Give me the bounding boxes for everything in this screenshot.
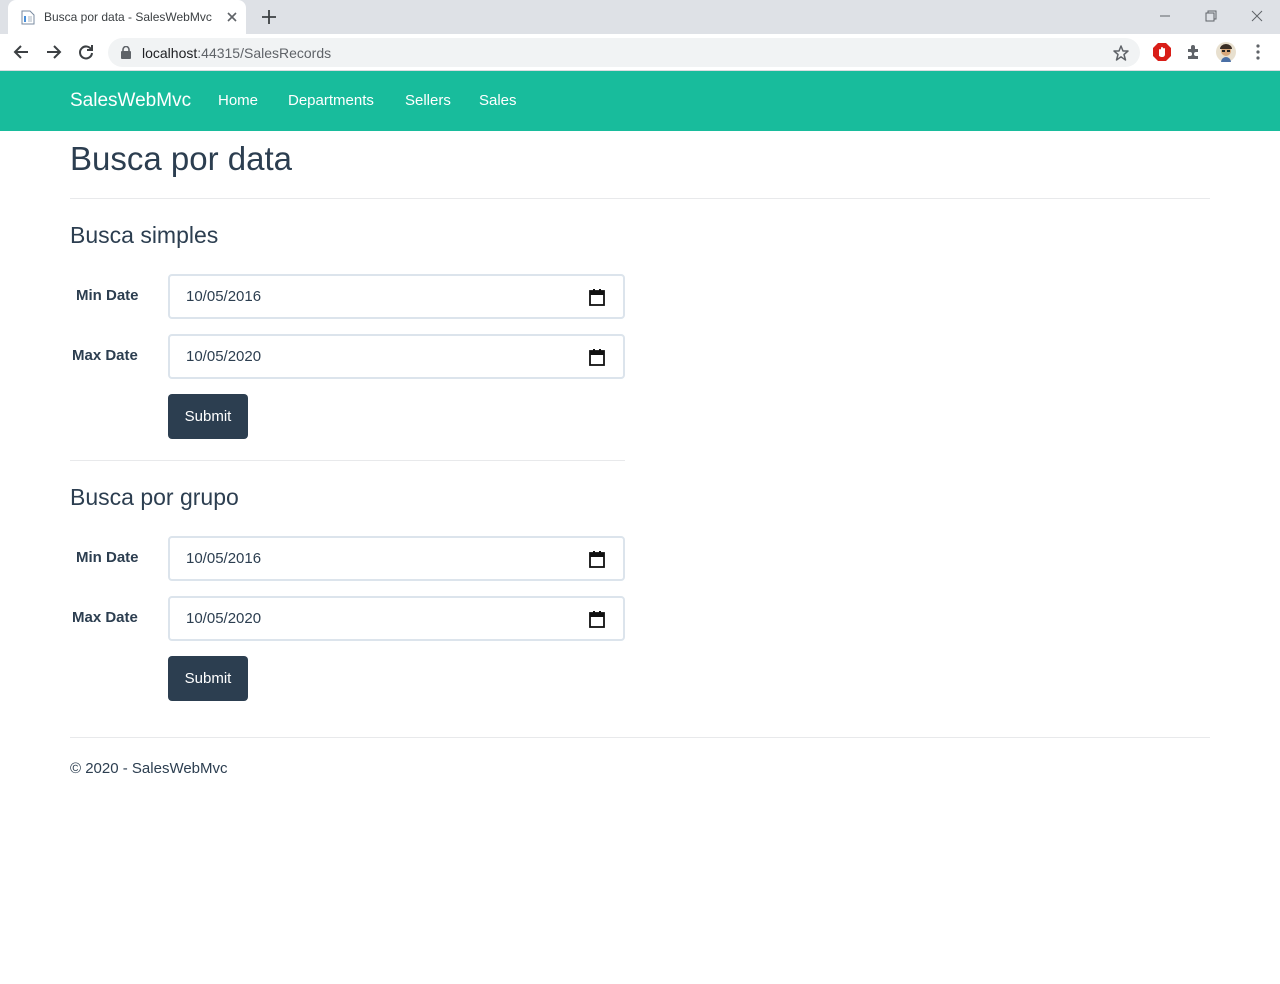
group-max-date-value: 10/05/2020 (186, 610, 262, 627)
nav-link-departments[interactable]: Departments (288, 92, 374, 109)
group-min-date-value: 10/05/2016 (186, 550, 262, 567)
browser-menu-icon[interactable] (1248, 42, 1268, 62)
new-tab-icon[interactable] (260, 8, 278, 26)
calendar-icon[interactable] (589, 288, 605, 306)
simple-search-title: Busca simples (70, 222, 219, 248)
section-divider (70, 460, 625, 461)
group-search-title: Busca por grupo (70, 484, 239, 510)
nav-link-sellers[interactable]: Sellers (405, 92, 451, 109)
browser-toolbar: localhost:44315/SalesRecords (0, 34, 1280, 71)
simple-min-date-label: Min Date (76, 287, 139, 304)
url-host: localhost (142, 45, 198, 61)
simple-min-date-input[interactable]: 10/05/2016 (168, 274, 625, 319)
group-max-date-label: Max Date (72, 609, 138, 626)
bookmark-star-icon[interactable] (1112, 44, 1130, 62)
page-title: Busca por data (70, 140, 292, 177)
close-window-icon[interactable] (1247, 6, 1267, 26)
page-icon (21, 10, 35, 25)
extensions-puzzle-icon[interactable] (1184, 42, 1204, 62)
group-search-submit-button[interactable]: Submit (168, 656, 248, 701)
browser-tab[interactable]: Busca por data - SalesWebMvc (8, 0, 246, 34)
footer-copyright: © 2020 - SalesWebMvc (70, 760, 228, 777)
site-navbar: SalesWebMvc Home Departments Sellers Sal… (0, 71, 1280, 131)
address-bar[interactable]: localhost:44315/SalesRecords (108, 38, 1140, 67)
browser-tabstrip: Busca por data - SalesWebMvc (0, 0, 1280, 34)
adblock-extension-icon[interactable] (1152, 42, 1172, 62)
url-text[interactable]: localhost:44315/SalesRecords (142, 45, 331, 61)
nav-link-sales[interactable]: Sales (479, 92, 517, 109)
navbar-brand[interactable]: SalesWebMvc (70, 90, 191, 112)
title-divider (70, 198, 1210, 199)
calendar-icon[interactable] (589, 550, 605, 568)
back-arrow-icon[interactable] (12, 42, 32, 62)
lock-icon[interactable] (120, 46, 132, 59)
minimize-icon[interactable] (1155, 6, 1175, 26)
footer-divider (70, 737, 1210, 738)
restore-icon[interactable] (1201, 6, 1221, 26)
reload-icon[interactable] (76, 42, 96, 62)
forward-arrow-icon[interactable] (43, 42, 63, 62)
simple-max-date-value: 10/05/2020 (186, 348, 262, 365)
close-tab-icon[interactable] (224, 9, 240, 25)
simple-max-date-label: Max Date (72, 347, 138, 364)
group-min-date-label: Min Date (76, 549, 139, 566)
url-path: :44315/SalesRecords (197, 45, 332, 61)
group-min-date-input[interactable]: 10/05/2016 (168, 536, 625, 581)
calendar-icon[interactable] (589, 610, 605, 628)
nav-link-home[interactable]: Home (218, 92, 258, 109)
simple-search-submit-button[interactable]: Submit (168, 394, 248, 439)
calendar-icon[interactable] (589, 348, 605, 366)
simple-min-date-value: 10/05/2016 (186, 288, 262, 305)
profile-avatar-icon[interactable] (1216, 42, 1236, 62)
tab-title: Busca por data - SalesWebMvc (44, 10, 212, 24)
simple-max-date-input[interactable]: 10/05/2020 (168, 334, 625, 379)
group-max-date-input[interactable]: 10/05/2020 (168, 596, 625, 641)
